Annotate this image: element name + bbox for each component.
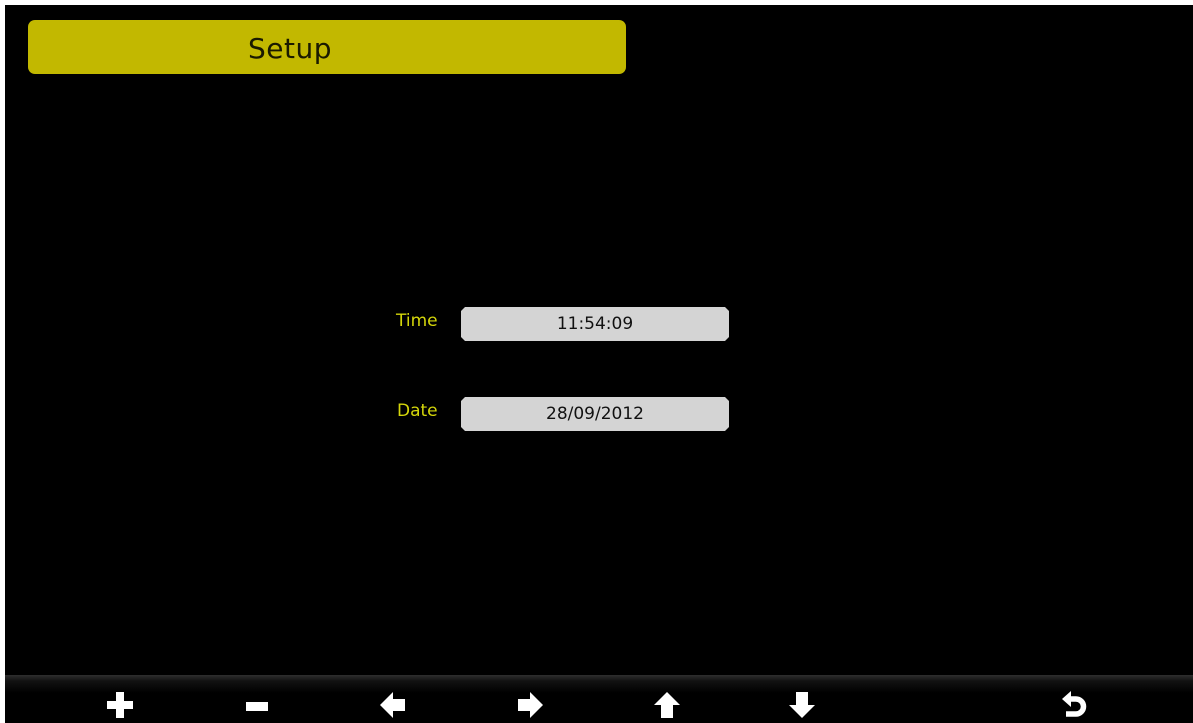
date-field[interactable]: 28/09/2012 <box>461 397 729 431</box>
bottom-toolbar <box>5 675 1193 723</box>
setup-screen: Setup Time 11:54:09 Date 28/09/2012 <box>5 5 1193 723</box>
plus-icon <box>107 692 133 718</box>
return-button[interactable] <box>1060 690 1090 720</box>
return-icon <box>1062 691 1087 717</box>
minus-icon <box>246 702 268 711</box>
time-label: Time <box>396 311 438 331</box>
title-bar: Setup <box>28 20 626 74</box>
time-field[interactable]: 11:54:09 <box>461 307 729 341</box>
up-button[interactable] <box>652 690 682 720</box>
arrow-up-icon <box>654 692 680 718</box>
arrow-left-icon <box>380 692 405 718</box>
arrow-down-icon <box>789 692 815 718</box>
minus-button[interactable] <box>242 690 272 720</box>
page-title: Setup <box>248 32 332 65</box>
left-button[interactable] <box>378 690 408 720</box>
plus-button[interactable] <box>105 690 135 720</box>
arrow-right-icon <box>518 692 543 718</box>
down-button[interactable] <box>787 690 817 720</box>
right-button[interactable] <box>515 690 545 720</box>
date-label: Date <box>397 401 438 421</box>
